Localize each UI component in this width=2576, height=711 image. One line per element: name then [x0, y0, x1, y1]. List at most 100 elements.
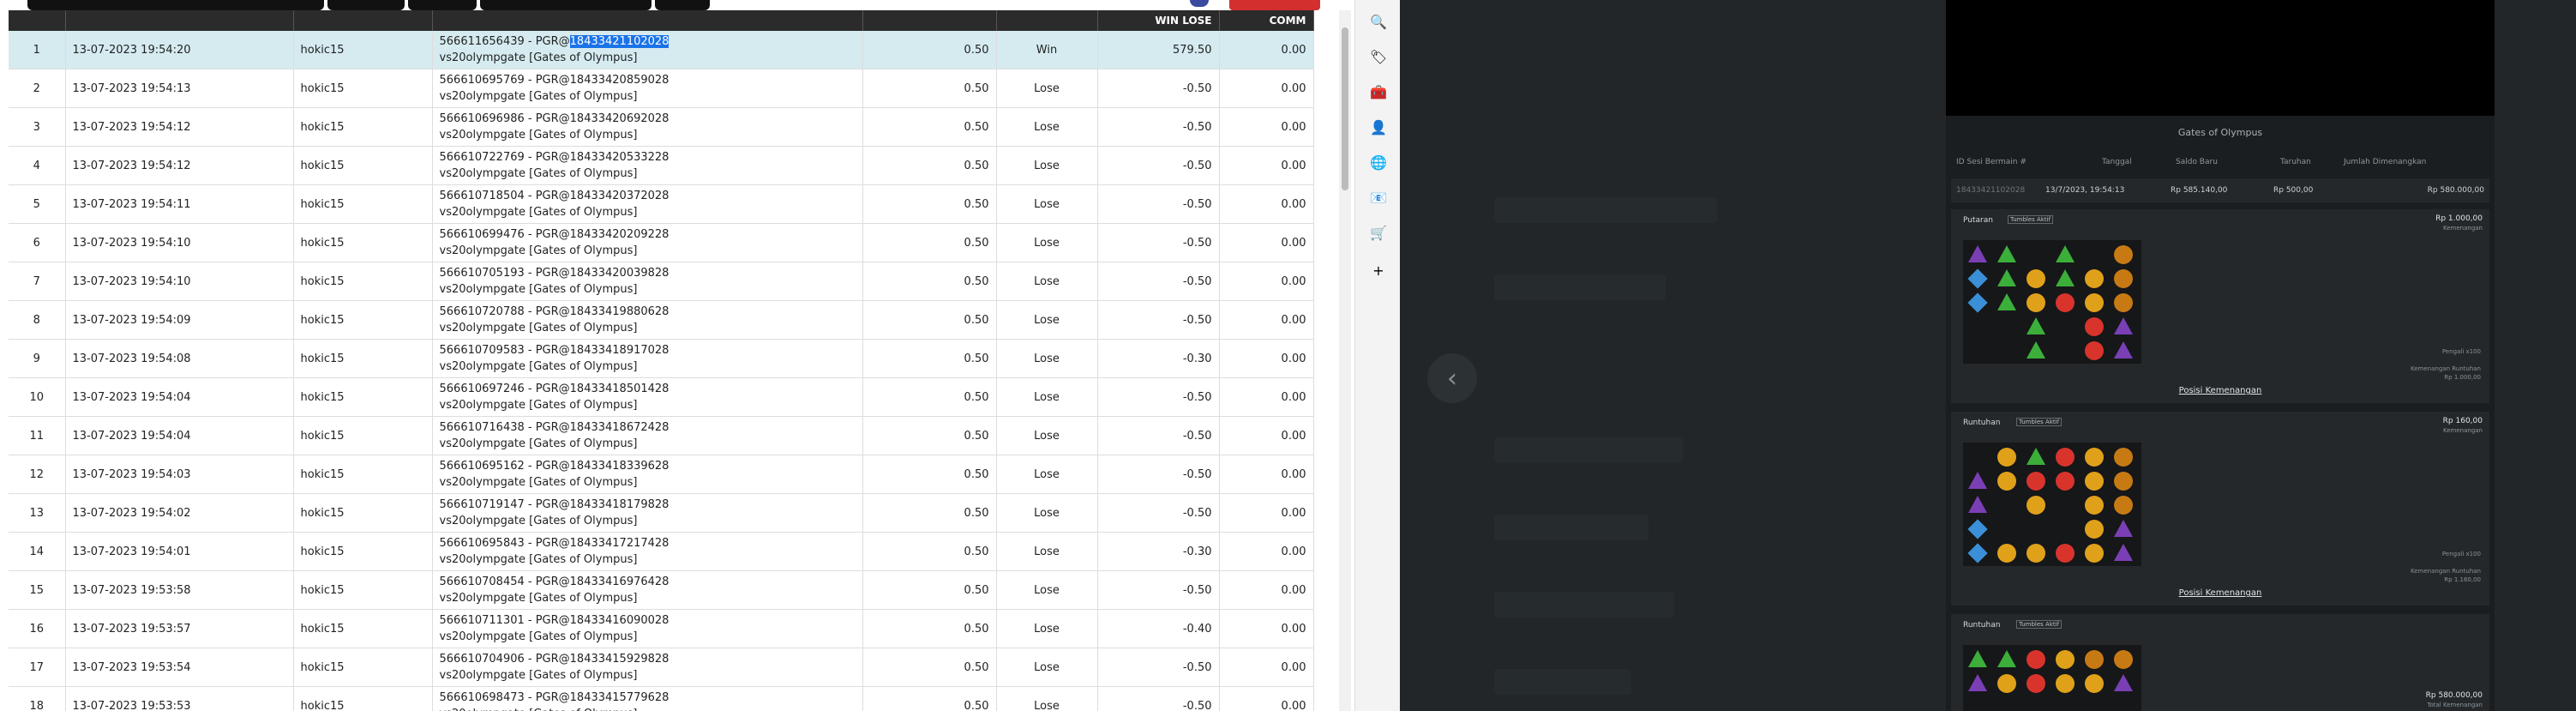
win-positions-link[interactable]: Posisi Kemenangan: [1951, 386, 2489, 395]
transaction-id: 566610695769 - PGR@18433420859028: [439, 74, 670, 87]
column-header-result[interactable]: [996, 10, 1098, 31]
card-amount-label: Kemenangan: [2442, 427, 2483, 434]
column-header-comm[interactable]: COMM: [1219, 10, 1314, 31]
column-header-bet[interactable]: [862, 10, 997, 31]
table-row[interactable]: 8 13-07-2023 19:54:09 hokic15 566610720788 …: [9, 300, 1314, 340]
table-header-row: WIN LOSE COMM: [9, 10, 1314, 31]
symbol-gem-icon: [2114, 650, 2133, 669]
toolbar-field[interactable]: [327, 0, 405, 10]
table-row[interactable]: 6 13-07-2023 19:54:10 hokic15 566610699476 …: [9, 223, 1314, 262]
person-icon[interactable]: 👤: [1369, 117, 1388, 136]
row-bet: 0.50: [862, 69, 997, 108]
row-number: 7: [9, 262, 66, 301]
tumble-win-label: Kemenangan Runtuhan: [2411, 568, 2481, 575]
symbol-gem-icon: [2085, 293, 2104, 312]
row-win-lose: -0.50: [1097, 69, 1220, 108]
transaction-id: 566610709583 - PGR@18433418917028: [439, 344, 670, 357]
symbol-gem-icon: [2027, 448, 2045, 465]
win-positions-link[interactable]: Posisi Kemenangan: [1951, 588, 2489, 598]
symbol-gem-icon: [1968, 496, 1987, 513]
table-row[interactable]: 3 13-07-2023 19:54:12 hokic15 566610696986 …: [9, 107, 1314, 147]
tag-icon[interactable]: 🏷: [1369, 47, 1388, 66]
row-comm: 0.00: [1219, 377, 1314, 417]
row-description: 566610699476 - PGR@18433420209228 vs20oly…: [432, 223, 863, 262]
row-number: 2: [9, 69, 66, 108]
round-detail-panel: Gates of Olympus ID Sesi Bermain # Tangg…: [1946, 0, 2495, 711]
card-amount-label: Total Kemenangan: [2427, 702, 2483, 708]
column-header-date[interactable]: [65, 10, 294, 31]
column-header-description[interactable]: [432, 10, 863, 31]
description-line-2: vs20olympgate [Gates of Olympus]: [439, 399, 638, 412]
briefcase-icon[interactable]: 🧰: [1369, 82, 1388, 101]
row-username: hokic15: [293, 648, 433, 687]
row-result: Lose: [996, 339, 1098, 378]
back-arrow-icon[interactable]: ‹: [1427, 353, 1477, 403]
row-description: 566611656439 - PGR@18433421102028 vs20oly…: [432, 31, 863, 69]
scrollbar-thumb[interactable]: [1342, 27, 1348, 190]
row-win-lose: -0.50: [1097, 146, 1220, 185]
row-date: 13-07-2023 19:54:04: [65, 416, 294, 455]
row-username: hokic15: [293, 69, 433, 108]
tumble-badge: Tumbles Aktif: [2008, 215, 2054, 224]
table-row[interactable]: 17 13-07-2023 19:53:54 hokic15 566610704906…: [9, 648, 1314, 687]
column-header-win-lose[interactable]: WIN LOSE: [1097, 10, 1220, 31]
add-icon[interactable]: +: [1369, 261, 1388, 280]
table-row[interactable]: 4 13-07-2023 19:54:12 hokic15 566610722769 …: [9, 146, 1314, 185]
row-username: hokic15: [293, 146, 433, 185]
table-row[interactable]: 18 13-07-2023 19:53:53 hokic15 566610698473…: [9, 686, 1314, 711]
description-line-2: vs20olympgate [Gates of Olympus]: [439, 283, 638, 296]
table-row[interactable]: 10 13-07-2023 19:54:04 hokic15 566610697246…: [9, 377, 1314, 417]
table-row[interactable]: 1 13-07-2023 19:54:20 hokic15 566611656439 …: [9, 31, 1314, 69]
table-row[interactable]: 5 13-07-2023 19:54:11 hokic15 566610718504 …: [9, 184, 1314, 224]
column-header-no[interactable]: [9, 10, 66, 31]
row-comm: 0.00: [1219, 686, 1314, 711]
table-row[interactable]: 16 13-07-2023 19:53:57 hokic15 566610711301…: [9, 609, 1314, 648]
table-row[interactable]: 9 13-07-2023 19:54:08 hokic15 566610709583 …: [9, 339, 1314, 378]
row-bet: 0.50: [862, 609, 997, 648]
row-win-lose: -0.50: [1097, 223, 1220, 262]
description-line-2: vs20olympgate [Gates of Olympus]: [439, 553, 638, 566]
symbol-gem-icon: [2027, 496, 2045, 515]
table-row[interactable]: 2 13-07-2023 19:54:13 hokic15 566610695769 …: [9, 69, 1314, 108]
row-date: 13-07-2023 19:53:53: [65, 686, 294, 711]
table-row[interactable]: 11 13-07-2023 19:54:04 hokic15 566610716438…: [9, 416, 1314, 455]
symbol-gem-icon: [1997, 448, 2016, 467]
logout-button[interactable]: [1229, 0, 1320, 10]
table-row[interactable]: 14 13-07-2023 19:54:01 hokic15 566610695843…: [9, 532, 1314, 571]
description-line-1: 566610708454 - PGR@18433416976428: [440, 574, 856, 590]
toolbar-field[interactable]: [27, 0, 324, 10]
multiplier-label: Pengali x100: [2441, 348, 2481, 355]
header-date: Tanggal: [2102, 158, 2132, 166]
toolbar-field[interactable]: [655, 0, 710, 10]
description-line-2: vs20olympgate [Gates of Olympus]: [439, 360, 638, 373]
column-header-user[interactable]: [293, 10, 433, 31]
cart-icon[interactable]: 🛒: [1369, 223, 1388, 242]
row-username: hokic15: [293, 339, 433, 378]
search-icon[interactable]: 🔍: [1369, 12, 1388, 31]
description-line-1: 566610698473 - PGR@18433415779628: [440, 690, 856, 706]
row-username: hokic15: [293, 416, 433, 455]
selected-text[interactable]: 18433421102028: [569, 35, 670, 48]
table-row[interactable]: 7 13-07-2023 19:54:10 hokic15 566610705193 …: [9, 262, 1314, 301]
tumble-card: Runtuhan Tumbles Aktif Rp 580.000,00 Tot…: [1951, 614, 2489, 711]
table-row[interactable]: 12 13-07-2023 19:54:03 hokic15 566610695162…: [9, 455, 1314, 494]
round-id: 18433421102028: [1956, 186, 2026, 195]
table-scrollbar[interactable]: [1339, 10, 1351, 711]
row-result: Lose: [996, 686, 1098, 711]
header-bet: Taruhan: [2280, 158, 2311, 166]
row-win-lose: -0.50: [1097, 648, 1220, 687]
symbol-gem-icon: [2085, 496, 2104, 515]
toolbar-field[interactable]: [480, 0, 652, 10]
table-row[interactable]: 13 13-07-2023 19:54:02 hokic15 566610719147…: [9, 493, 1314, 533]
row-bet: 0.50: [862, 416, 997, 455]
round-date: 13/7/2023, 19:54:13: [2045, 186, 2125, 195]
table-row[interactable]: 15 13-07-2023 19:53:58 hokic15 566610708454…: [9, 570, 1314, 610]
language-flag-icon[interactable]: [1190, 0, 1209, 7]
transaction-id: 566610722769 - PGR@18433420533228: [439, 151, 670, 164]
description-line-2: vs20olympgate [Gates of Olympus]: [440, 706, 856, 711]
row-bet: 0.50: [862, 262, 997, 301]
outlook-icon[interactable]: 📧: [1369, 188, 1388, 207]
row-win-lose: -0.50: [1097, 300, 1220, 340]
toolbar-field[interactable]: [408, 0, 477, 10]
world-icon[interactable]: 🌐: [1369, 153, 1388, 172]
